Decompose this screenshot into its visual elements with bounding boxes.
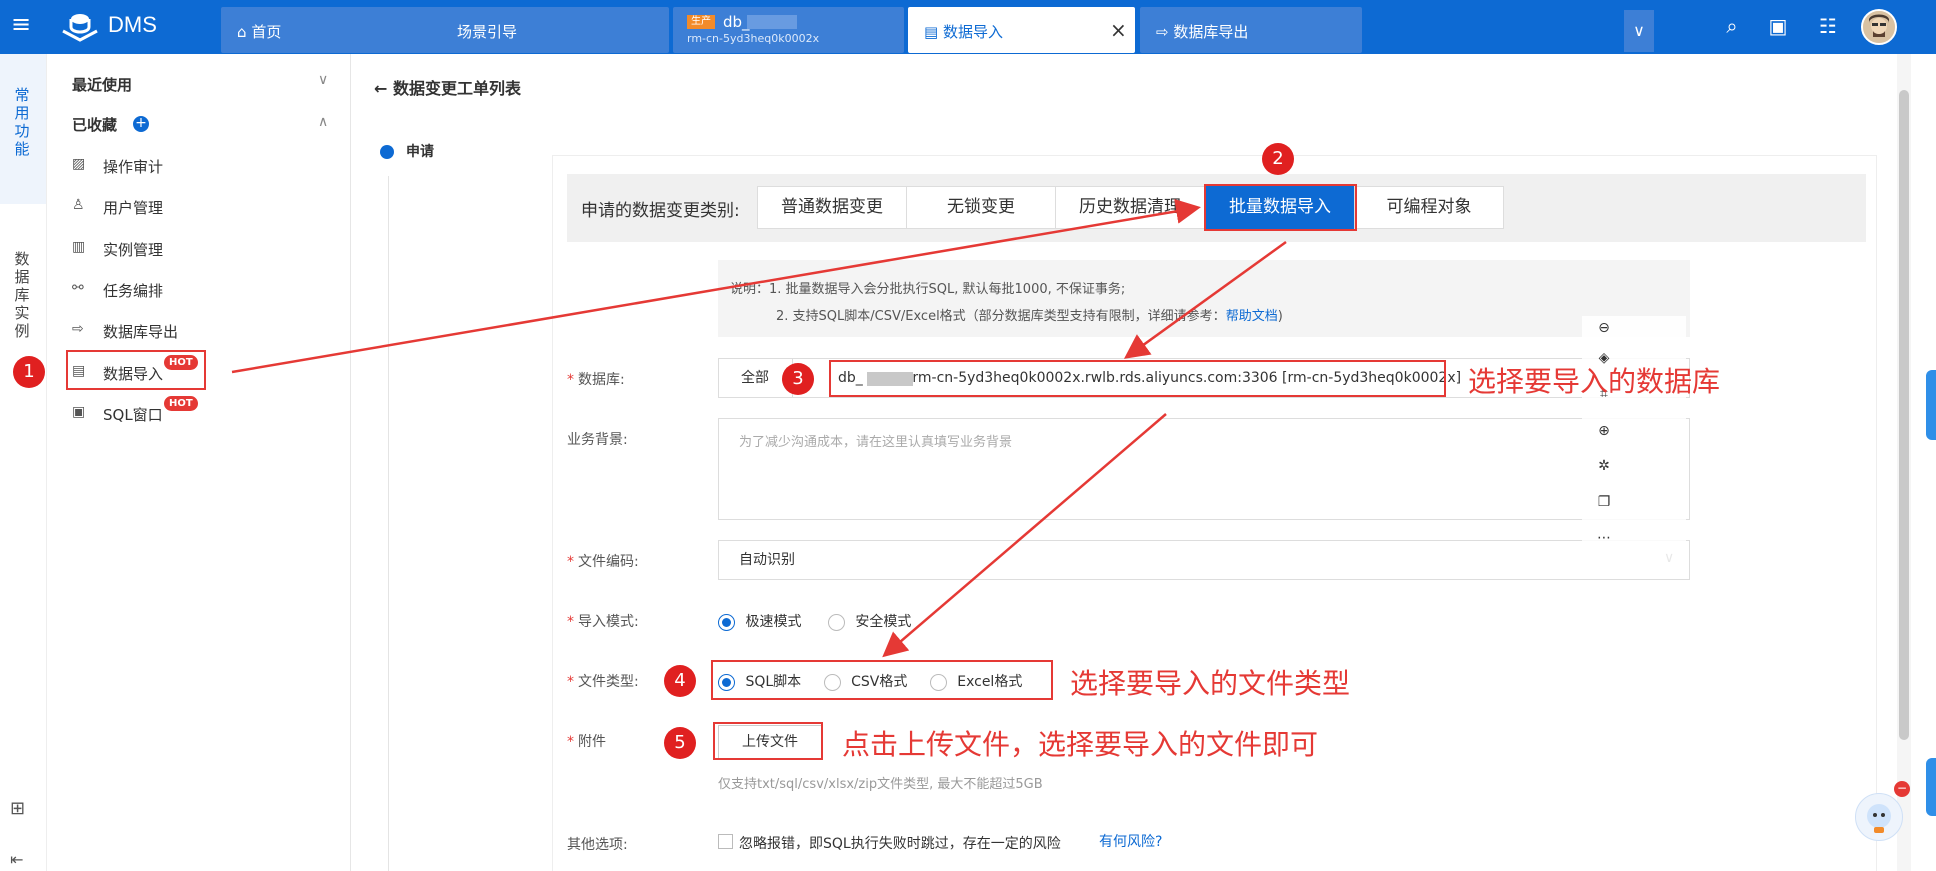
annotation-note-upload: 点击上传文件，选择要导入的文件即可 — [842, 728, 1319, 761]
arrow-2-to-3 — [1123, 240, 1287, 359]
annotation-note-filetype: 选择要导入的文件类型 — [1070, 667, 1351, 700]
annotation-note-db: 选择要导入的数据库 — [1468, 365, 1721, 398]
arrow-3-to-4 — [882, 413, 1167, 658]
step-badge-1: 1 — [13, 356, 45, 388]
step-badge-2: 2 — [1262, 143, 1294, 175]
step-badge-4: 4 — [664, 665, 696, 697]
arrow-1-to-2 — [231, 199, 1201, 374]
step-badge-5: 5 — [664, 727, 696, 759]
step-badge-3: 3 — [782, 363, 814, 395]
